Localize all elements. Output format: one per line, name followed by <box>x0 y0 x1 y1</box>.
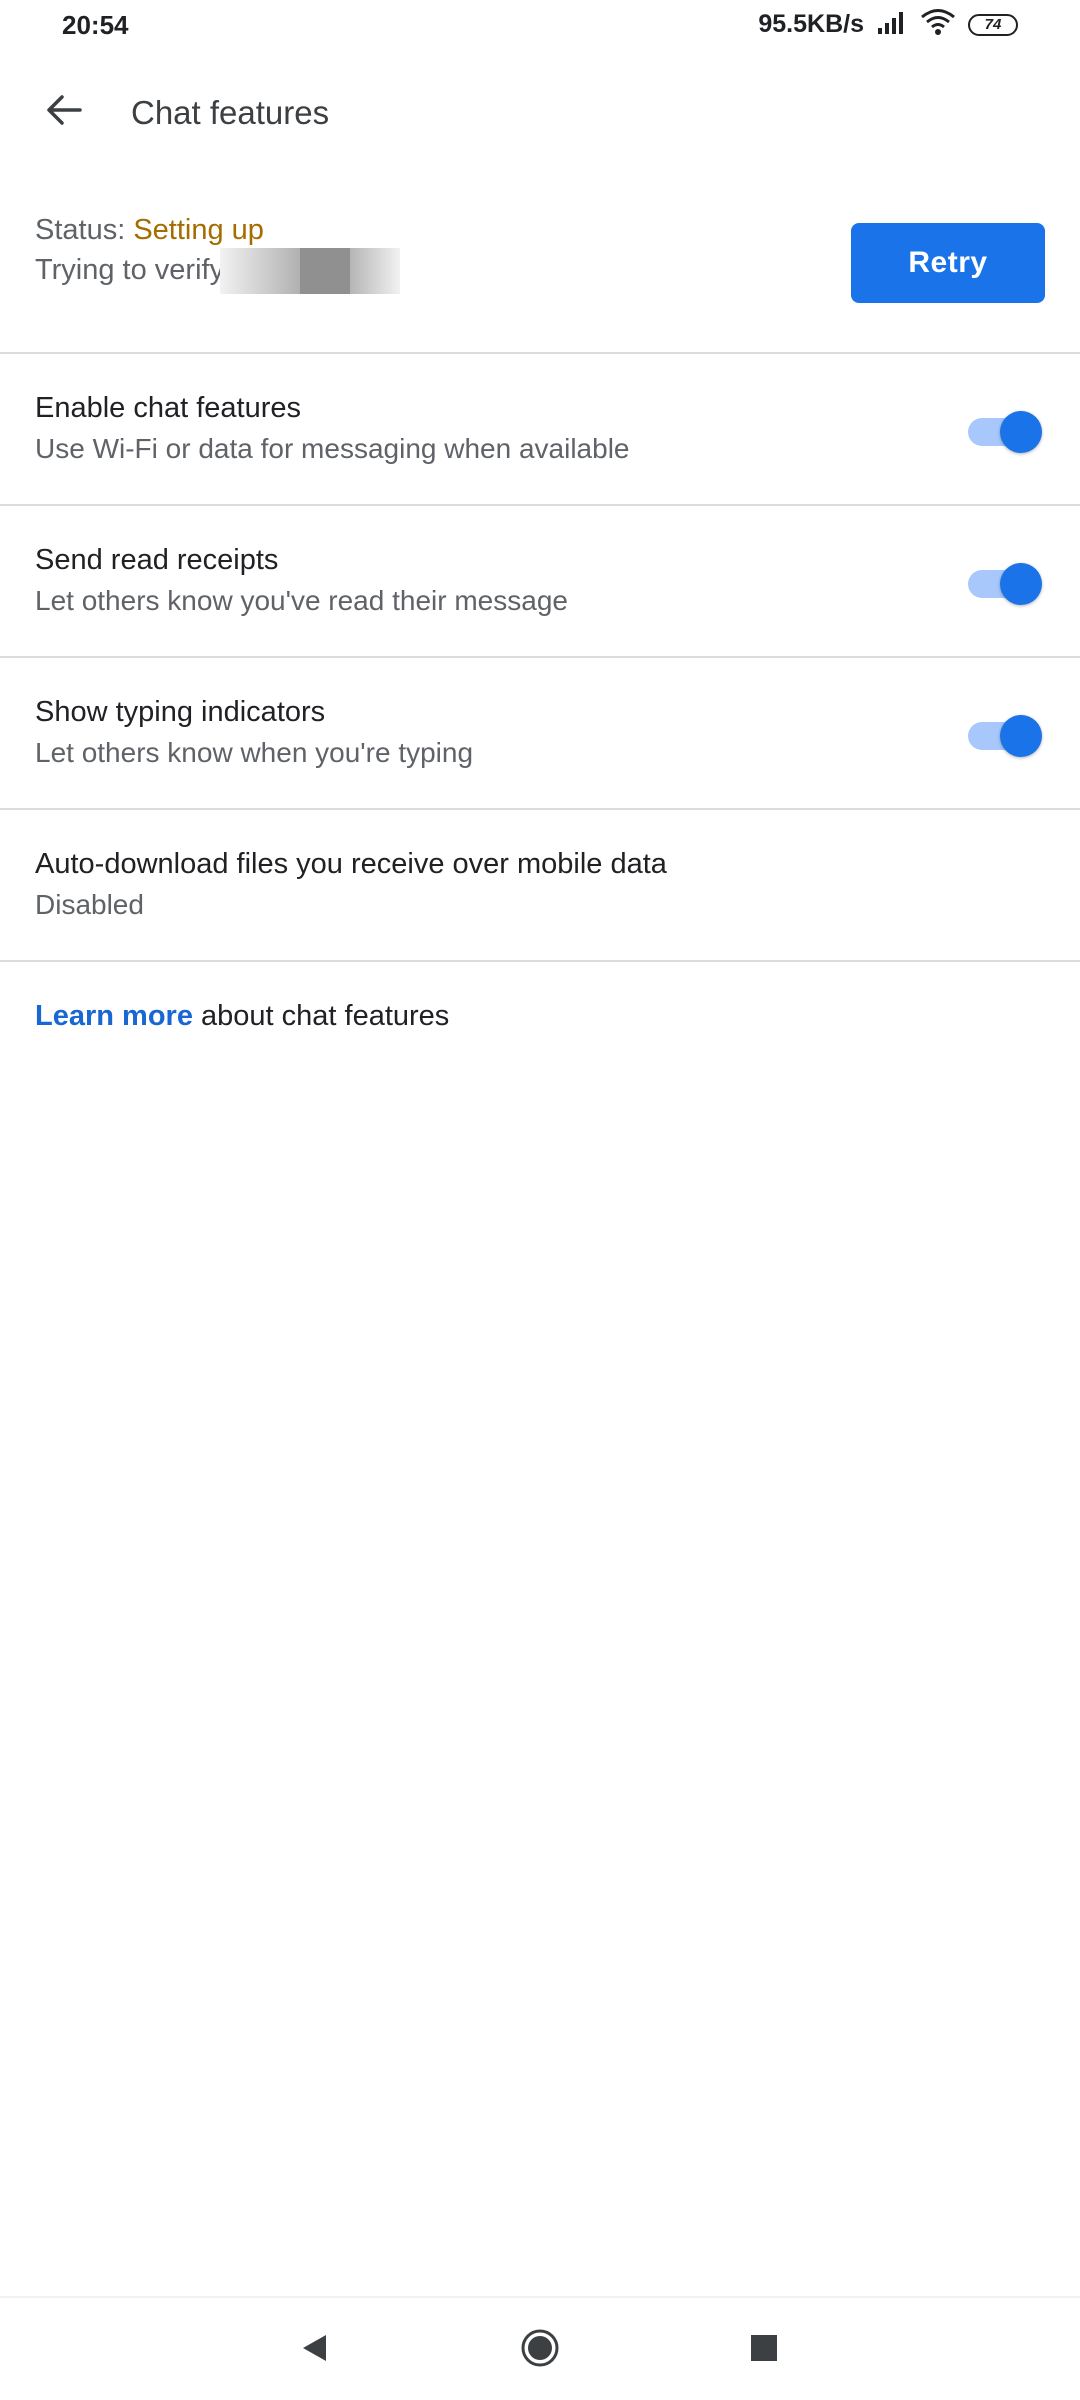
setting-enable-chat-features[interactable]: Enable chat features Use Wi-Fi or data f… <box>0 354 1080 504</box>
toggle-thumb <box>1000 715 1042 757</box>
battery-level: 74 <box>984 16 1002 33</box>
status-bar: 20:54 95.5KB/s 74 <box>0 0 1080 54</box>
status-icons: 95.5KB/s 74 <box>758 8 1018 41</box>
toggle-thumb <box>1000 563 1042 605</box>
read-receipts-toggle[interactable] <box>968 562 1042 605</box>
status-time: 20:54 <box>62 10 129 40</box>
setting-send-read-receipts[interactable]: Send read receipts Let others know you'v… <box>0 506 1080 656</box>
setting-title: Show typing indicators <box>35 696 326 728</box>
setting-auto-download[interactable]: Auto-download files you receive over mob… <box>0 810 1080 960</box>
status-section: Status: Setting up Trying to verify Retr… <box>0 174 1080 352</box>
setting-subtitle: Let others know when you're typing <box>35 737 474 768</box>
arrow-back-icon <box>44 90 84 135</box>
status-value: Setting up <box>133 214 264 246</box>
setting-subtitle: Let others know you've read their messag… <box>35 585 568 616</box>
wifi-icon <box>920 8 956 41</box>
setting-title: Enable chat features <box>35 392 302 424</box>
learn-more-line: Learn more about chat features <box>35 1000 449 1033</box>
verify-text: Trying to verify <box>35 254 225 286</box>
typing-indicators-toggle[interactable] <box>968 714 1042 757</box>
network-speed: 95.5KB/s <box>758 10 864 38</box>
signal-icon <box>876 10 908 39</box>
screen: 20:54 95.5KB/s 74 Chat features Status: … <box>0 0 1080 2400</box>
nav-home-button[interactable] <box>514 2324 566 2376</box>
status-label: Status: <box>35 214 134 246</box>
nav-back-icon <box>298 2332 330 2369</box>
page-title: Chat features <box>131 94 330 131</box>
battery-icon: 74 <box>968 13 1018 36</box>
learn-more-text: about chat features <box>192 1000 450 1032</box>
retry-button[interactable]: Retry <box>851 223 1045 303</box>
setting-title: Auto-download files you receive over mob… <box>35 848 667 880</box>
setting-subtitle: Disabled <box>35 889 144 920</box>
back-button[interactable] <box>32 80 96 144</box>
setting-subtitle: Use Wi-Fi or data for messaging when ava… <box>35 433 630 464</box>
nav-recents-icon <box>749 2333 779 2368</box>
app-bar: Chat features <box>0 54 1080 174</box>
toggle-thumb <box>1000 411 1042 453</box>
nav-back-button[interactable] <box>288 2324 340 2376</box>
divider <box>0 960 1080 962</box>
redacted-block <box>300 248 350 294</box>
navigation-bar <box>0 2296 1080 2400</box>
enable-chat-toggle[interactable] <box>968 410 1042 453</box>
learn-more-link[interactable]: Learn more <box>35 1000 193 1032</box>
setting-show-typing-indicators[interactable]: Show typing indicators Let others know w… <box>0 658 1080 808</box>
status-line: Status: Setting up <box>35 214 264 247</box>
setting-title: Send read receipts <box>35 544 279 576</box>
nav-recents-button[interactable] <box>738 2324 790 2376</box>
nav-home-icon <box>520 2328 560 2373</box>
